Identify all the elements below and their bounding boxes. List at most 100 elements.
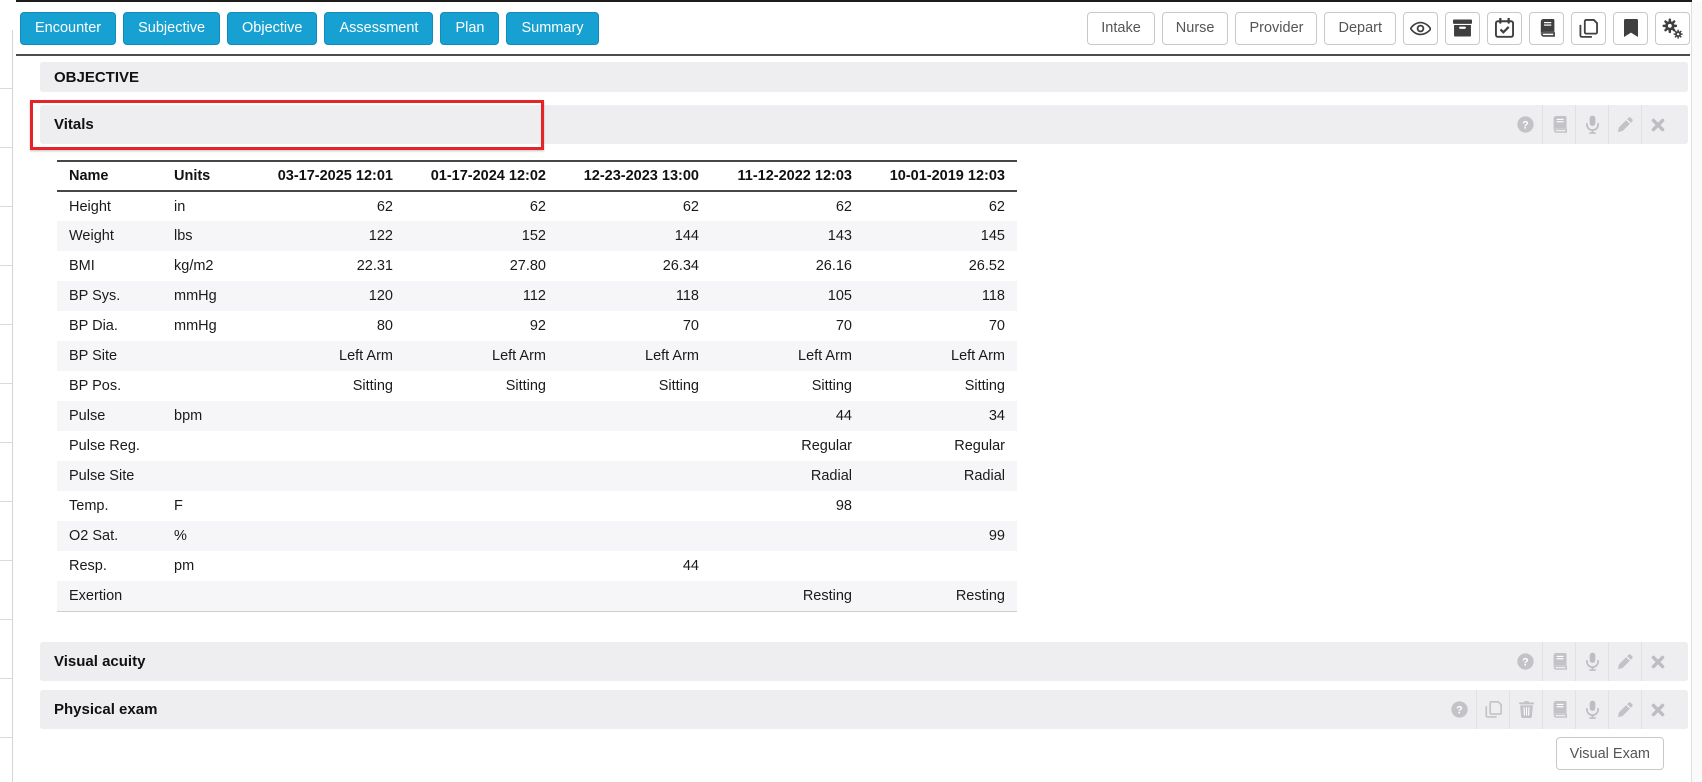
vitals-cell-units: kg/m2 <box>162 251 252 281</box>
close-icon[interactable] <box>1641 105 1674 144</box>
edit-pencil-icon[interactable] <box>1608 690 1641 729</box>
vitals-cell-value <box>711 521 864 551</box>
vitals-header-icons: ? <box>1509 105 1674 144</box>
vitals-cell-value <box>405 491 558 521</box>
vitals-cell-value: 118 <box>864 281 1017 311</box>
help-icon[interactable]: ? <box>1443 690 1476 729</box>
book-icon[interactable] <box>1542 105 1575 144</box>
archive-icon[interactable] <box>1445 12 1480 45</box>
vitals-cell-name: Pulse <box>57 401 162 431</box>
vitals-cell-value: Radial <box>711 461 864 491</box>
vitals-cell-value: 120 <box>252 281 405 311</box>
visual-exam-button[interactable]: Visual Exam <box>1556 737 1664 770</box>
physical-exam-section-header[interactable]: Physical exam ? <box>40 690 1688 729</box>
depart-button[interactable]: Depart <box>1324 12 1396 45</box>
col-name: Name <box>57 161 162 191</box>
microphone-icon[interactable] <box>1575 105 1608 144</box>
vitals-cell-name: BP Pos. <box>57 371 162 401</box>
vitals-cell-units: pm <box>162 551 252 581</box>
assessment-button[interactable]: Assessment <box>324 12 433 45</box>
vitals-cell-value: 70 <box>558 311 711 341</box>
vitals-cell-units <box>162 341 252 371</box>
bookmark-icon[interactable] <box>1613 12 1648 45</box>
vitals-cell-value: 112 <box>405 281 558 311</box>
vitals-table-body: Heightin6262626262Weightlbs1221521441431… <box>57 191 1017 611</box>
plan-button[interactable]: Plan <box>440 12 499 45</box>
vitals-table-header-row: Name Units 03-17-2025 12:01 01-17-2024 1… <box>57 161 1017 191</box>
vitals-cell-value: Left Arm <box>405 341 558 371</box>
stage-and-tools-group: Intake Nurse Provider Depart <box>1087 12 1690 45</box>
trash-icon[interactable] <box>1509 690 1542 729</box>
vitals-cell-value: Sitting <box>711 371 864 401</box>
book-icon[interactable] <box>1542 642 1575 681</box>
microphone-icon[interactable] <box>1575 642 1608 681</box>
vitals-cell-units: F <box>162 491 252 521</box>
vitals-cell-name: BMI <box>57 251 162 281</box>
vitals-table-row: BP Sys.mmHg120112118105118 <box>57 281 1017 311</box>
vitals-section-header[interactable]: Vitals ? <box>40 105 1688 144</box>
vitals-cell-value <box>405 521 558 551</box>
top-toolbar: Encounter Subjective Objective Assessmen… <box>16 2 1690 56</box>
intake-button[interactable]: Intake <box>1087 12 1155 45</box>
provider-button[interactable]: Provider <box>1235 12 1317 45</box>
vitals-cell-units: % <box>162 521 252 551</box>
vitals-table-row: Temp.F98 <box>57 491 1017 521</box>
vitals-cell-name: Pulse Reg. <box>57 431 162 461</box>
visual-acuity-section-header[interactable]: Visual acuity ? <box>40 642 1688 681</box>
vitals-cell-value: 62 <box>711 191 864 221</box>
vitals-cell-units: mmHg <box>162 311 252 341</box>
vitals-cell-name: Resp. <box>57 551 162 581</box>
book-icon[interactable] <box>1542 690 1575 729</box>
book-icon[interactable] <box>1529 12 1564 45</box>
encounter-button[interactable]: Encounter <box>20 12 116 45</box>
vitals-cell-value <box>405 551 558 581</box>
calendar-check-icon[interactable] <box>1487 12 1522 45</box>
vitals-cell-value: 122 <box>252 221 405 251</box>
vitals-cell-value <box>405 401 558 431</box>
close-icon[interactable] <box>1641 642 1674 681</box>
nurse-button[interactable]: Nurse <box>1162 12 1229 45</box>
vitals-cell-value: 34 <box>864 401 1017 431</box>
vitals-cell-value <box>558 581 711 611</box>
copy-icon[interactable] <box>1476 690 1509 729</box>
close-icon[interactable] <box>1641 690 1674 729</box>
col-date-2: 01-17-2024 12:02 <box>405 161 558 191</box>
vitals-cell-value: Sitting <box>405 371 558 401</box>
summary-button[interactable]: Summary <box>506 12 598 45</box>
vitals-cell-value: Radial <box>864 461 1017 491</box>
vitals-cell-value: 22.31 <box>252 251 405 281</box>
vitals-cell-value <box>558 401 711 431</box>
vitals-cell-value: 143 <box>711 221 864 251</box>
vitals-table-row: Weightlbs122152144143145 <box>57 221 1017 251</box>
vitals-cell-value <box>558 461 711 491</box>
gears-icon[interactable] <box>1655 12 1690 45</box>
edit-pencil-icon[interactable] <box>1608 105 1641 144</box>
vitals-table-row: BMIkg/m222.3127.8026.3426.1626.52 <box>57 251 1017 281</box>
objective-button[interactable]: Objective <box>227 12 317 45</box>
vitals-cell-value: Left Arm <box>864 341 1017 371</box>
help-icon[interactable]: ? <box>1509 105 1542 144</box>
eye-icon[interactable] <box>1403 12 1438 45</box>
vitals-cell-value: 62 <box>558 191 711 221</box>
vitals-table-row: Pulse SiteRadialRadial <box>57 461 1017 491</box>
microphone-icon[interactable] <box>1575 690 1608 729</box>
copy-icon[interactable] <box>1571 12 1606 45</box>
subjective-button[interactable]: Subjective <box>123 12 220 45</box>
vitals-cell-value: 62 <box>864 191 1017 221</box>
vertical-scrollbar[interactable] <box>1691 2 1702 782</box>
vitals-cell-value: 27.80 <box>405 251 558 281</box>
help-icon[interactable]: ? <box>1509 642 1542 681</box>
edit-pencil-icon[interactable] <box>1608 642 1641 681</box>
vitals-cell-name: Temp. <box>57 491 162 521</box>
vitals-table-row: ExertionRestingResting <box>57 581 1017 611</box>
vitals-cell-value <box>864 551 1017 581</box>
vitals-cell-value <box>252 431 405 461</box>
svg-text:?: ? <box>1522 656 1529 668</box>
vitals-cell-value: Left Arm <box>252 341 405 371</box>
physical-exam-title: Physical exam <box>54 701 157 718</box>
objective-label: OBJECTIVE <box>54 69 139 86</box>
vitals-cell-units: bpm <box>162 401 252 431</box>
vitals-cell-value: Sitting <box>864 371 1017 401</box>
vitals-cell-value: 70 <box>711 311 864 341</box>
objective-section-header: OBJECTIVE <box>40 62 1688 92</box>
